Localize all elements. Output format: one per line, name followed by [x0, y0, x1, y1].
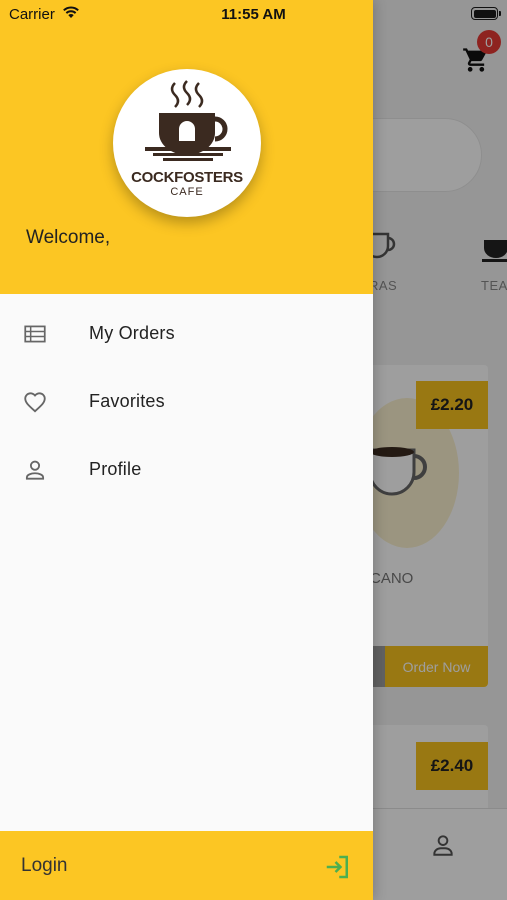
clock-text: 11:55 AM	[221, 6, 286, 23]
logo-subtitle-text: CAFE	[170, 186, 204, 198]
list-icon	[24, 325, 46, 343]
drawer-header: COCKFOSTERS CAFE Welcome,	[0, 0, 373, 294]
heart-icon	[24, 392, 46, 413]
login-bar[interactable]: Login	[0, 831, 373, 900]
drawer-menu: My Orders Favorites Profile	[0, 299, 373, 503]
login-icon[interactable]	[323, 852, 353, 882]
menu-item-favorites[interactable]: Favorites	[0, 367, 373, 435]
menu-item-label: Favorites	[89, 390, 165, 411]
menu-item-profile[interactable]: Profile	[0, 435, 373, 503]
battery-icon	[471, 7, 498, 20]
menu-item-label: Profile	[89, 458, 142, 479]
logo-name-text: COCKFOSTERS	[131, 169, 243, 186]
welcome-text: Welcome,	[26, 227, 111, 248]
battery-tip	[499, 11, 501, 16]
person-icon	[25, 460, 45, 480]
navigation-drawer: COCKFOSTERS CAFE Welcome, My Orders Favo…	[0, 0, 373, 900]
status-bar: Carrier 11:55 AM	[0, 0, 507, 28]
cafe-logo: COCKFOSTERS CAFE	[113, 69, 261, 217]
menu-item-my-orders[interactable]: My Orders	[0, 299, 373, 367]
menu-item-label: My Orders	[89, 322, 175, 343]
login-label: Login	[21, 855, 68, 876]
